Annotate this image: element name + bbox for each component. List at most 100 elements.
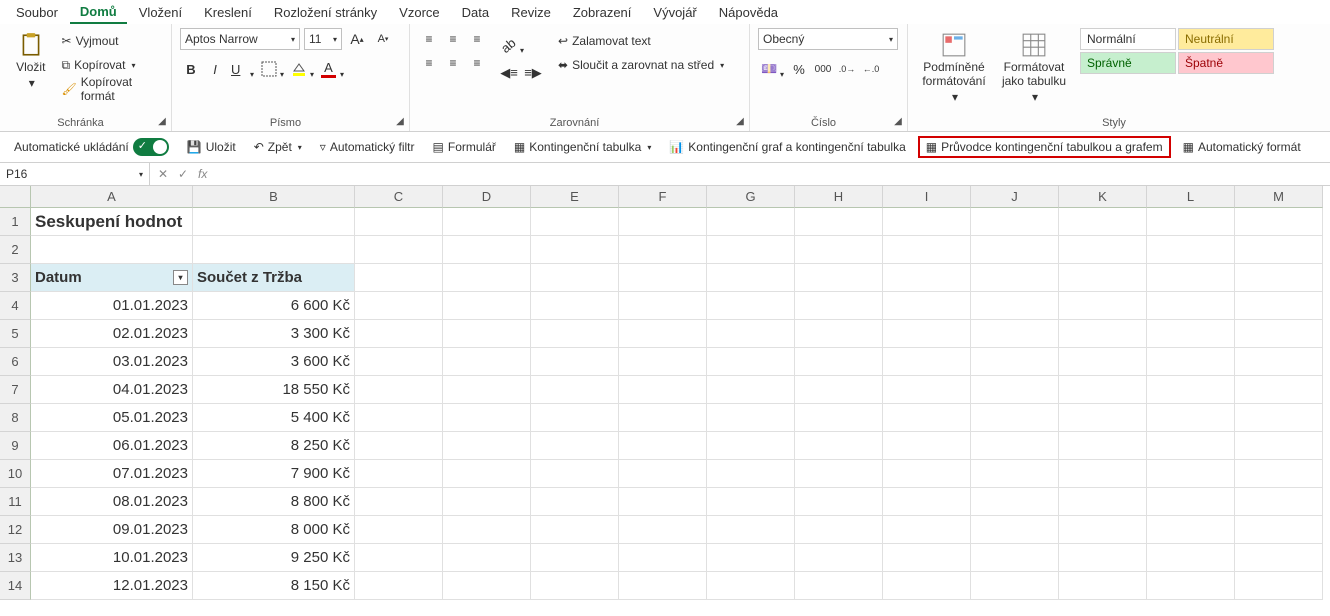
cell[interactable] bbox=[619, 572, 707, 600]
align-right-button[interactable]: ≡ bbox=[466, 52, 488, 74]
bold-button[interactable]: B bbox=[180, 58, 202, 80]
cell[interactable] bbox=[1059, 544, 1147, 572]
cell[interactable] bbox=[443, 432, 531, 460]
cell[interactable] bbox=[795, 544, 883, 572]
cell[interactable] bbox=[355, 236, 443, 264]
cell[interactable] bbox=[707, 404, 795, 432]
number-format-select[interactable]: Obecný▾ bbox=[758, 28, 898, 50]
cell[interactable]: 09.01.2023 bbox=[31, 516, 193, 544]
cell[interactable] bbox=[707, 432, 795, 460]
border-button[interactable] bbox=[258, 58, 286, 80]
pivot-table-button[interactable]: ▦Kontingenční tabulka▾ bbox=[508, 138, 657, 156]
cell[interactable] bbox=[795, 572, 883, 600]
font-dialog-launcher[interactable]: ◢ bbox=[394, 116, 406, 128]
cell[interactable]: 7 900 Kč bbox=[193, 460, 355, 488]
column-header[interactable]: E bbox=[531, 186, 619, 208]
cell[interactable] bbox=[1147, 460, 1235, 488]
cell[interactable] bbox=[1235, 264, 1323, 292]
cell[interactable] bbox=[619, 208, 707, 236]
cell[interactable] bbox=[355, 404, 443, 432]
autoformat-button[interactable]: ▦Automatický formát bbox=[1177, 138, 1307, 156]
cell[interactable] bbox=[1147, 292, 1235, 320]
cell[interactable] bbox=[707, 264, 795, 292]
column-header[interactable]: K bbox=[1059, 186, 1147, 208]
cell[interactable] bbox=[1235, 516, 1323, 544]
filter-dropdown-icon[interactable]: ▾ bbox=[173, 270, 188, 285]
cell[interactable] bbox=[355, 516, 443, 544]
cell[interactable] bbox=[971, 320, 1059, 348]
column-header[interactable]: M bbox=[1235, 186, 1323, 208]
cell[interactable] bbox=[443, 208, 531, 236]
cell[interactable]: 05.01.2023 bbox=[31, 404, 193, 432]
cell[interactable] bbox=[531, 516, 619, 544]
cell[interactable] bbox=[355, 460, 443, 488]
cell[interactable] bbox=[443, 236, 531, 264]
cell[interactable] bbox=[971, 292, 1059, 320]
cell[interactable] bbox=[707, 348, 795, 376]
cell[interactable]: Datum▾ bbox=[31, 264, 193, 292]
cell[interactable] bbox=[1235, 544, 1323, 572]
cell[interactable] bbox=[443, 544, 531, 572]
pivot-wizard-button[interactable]: ▦Průvodce kontingenční tabulkou a grafem bbox=[918, 136, 1171, 158]
cell[interactable] bbox=[707, 460, 795, 488]
cell[interactable] bbox=[531, 292, 619, 320]
cell[interactable] bbox=[883, 236, 971, 264]
cell[interactable] bbox=[531, 404, 619, 432]
column-header[interactable]: J bbox=[971, 186, 1059, 208]
cell[interactable] bbox=[795, 348, 883, 376]
paste-button[interactable]: Vložit▾ bbox=[8, 28, 54, 90]
row-header[interactable]: 1 bbox=[0, 208, 31, 236]
cell[interactable]: 5 400 Kč bbox=[193, 404, 355, 432]
cell[interactable] bbox=[619, 516, 707, 544]
row-header[interactable]: 2 bbox=[0, 236, 31, 264]
cell[interactable] bbox=[795, 432, 883, 460]
cell[interactable] bbox=[619, 292, 707, 320]
cell[interactable] bbox=[883, 432, 971, 460]
cell[interactable] bbox=[883, 488, 971, 516]
cell[interactable] bbox=[883, 404, 971, 432]
cell[interactable] bbox=[193, 208, 355, 236]
cell-style-neutral[interactable]: Neutrální bbox=[1178, 28, 1274, 50]
cell[interactable] bbox=[531, 488, 619, 516]
cell[interactable] bbox=[1235, 320, 1323, 348]
cell[interactable] bbox=[971, 516, 1059, 544]
save-button[interactable]: 💾Uložit bbox=[181, 138, 242, 156]
fx-icon[interactable]: fx bbox=[198, 167, 207, 181]
copy-button[interactable]: ⧉Kopírovat▾ bbox=[58, 54, 164, 76]
cell[interactable] bbox=[1059, 236, 1147, 264]
cell[interactable]: 10.01.2023 bbox=[31, 544, 193, 572]
font-size-select[interactable]: 11▾ bbox=[304, 28, 342, 50]
decrease-indent-button[interactable]: ◀≡ bbox=[498, 62, 520, 84]
cell[interactable] bbox=[883, 516, 971, 544]
cell[interactable] bbox=[355, 488, 443, 516]
format-painter-button[interactable]: 🖌Kopírovat formát bbox=[58, 78, 164, 100]
cell[interactable] bbox=[795, 460, 883, 488]
cell[interactable] bbox=[443, 572, 531, 600]
cell-style-good[interactable]: Správně bbox=[1080, 52, 1176, 74]
cell[interactable] bbox=[1059, 488, 1147, 516]
column-header[interactable]: D bbox=[443, 186, 531, 208]
cell[interactable] bbox=[619, 404, 707, 432]
cell[interactable] bbox=[355, 264, 443, 292]
increase-font-button[interactable]: A▴ bbox=[346, 28, 368, 50]
cell[interactable] bbox=[1235, 432, 1323, 460]
underline-button[interactable]: U bbox=[228, 58, 256, 80]
cell[interactable] bbox=[619, 432, 707, 460]
cell[interactable]: 8 000 Kč bbox=[193, 516, 355, 544]
cell[interactable] bbox=[443, 292, 531, 320]
cell[interactable] bbox=[883, 292, 971, 320]
cell[interactable] bbox=[1147, 208, 1235, 236]
menu-help[interactable]: Nápověda bbox=[709, 2, 788, 23]
cell[interactable] bbox=[971, 236, 1059, 264]
cell[interactable] bbox=[355, 432, 443, 460]
cell[interactable]: 8 250 Kč bbox=[193, 432, 355, 460]
cell[interactable] bbox=[443, 488, 531, 516]
cell[interactable] bbox=[883, 264, 971, 292]
cell[interactable] bbox=[971, 264, 1059, 292]
cell[interactable] bbox=[531, 460, 619, 488]
cell[interactable] bbox=[971, 208, 1059, 236]
cell[interactable] bbox=[531, 544, 619, 572]
cell[interactable] bbox=[1059, 264, 1147, 292]
pivot-chart-table-button[interactable]: 📊Kontingenční graf a kontingenční tabulk… bbox=[663, 138, 911, 156]
font-color-button[interactable]: A bbox=[318, 58, 346, 80]
